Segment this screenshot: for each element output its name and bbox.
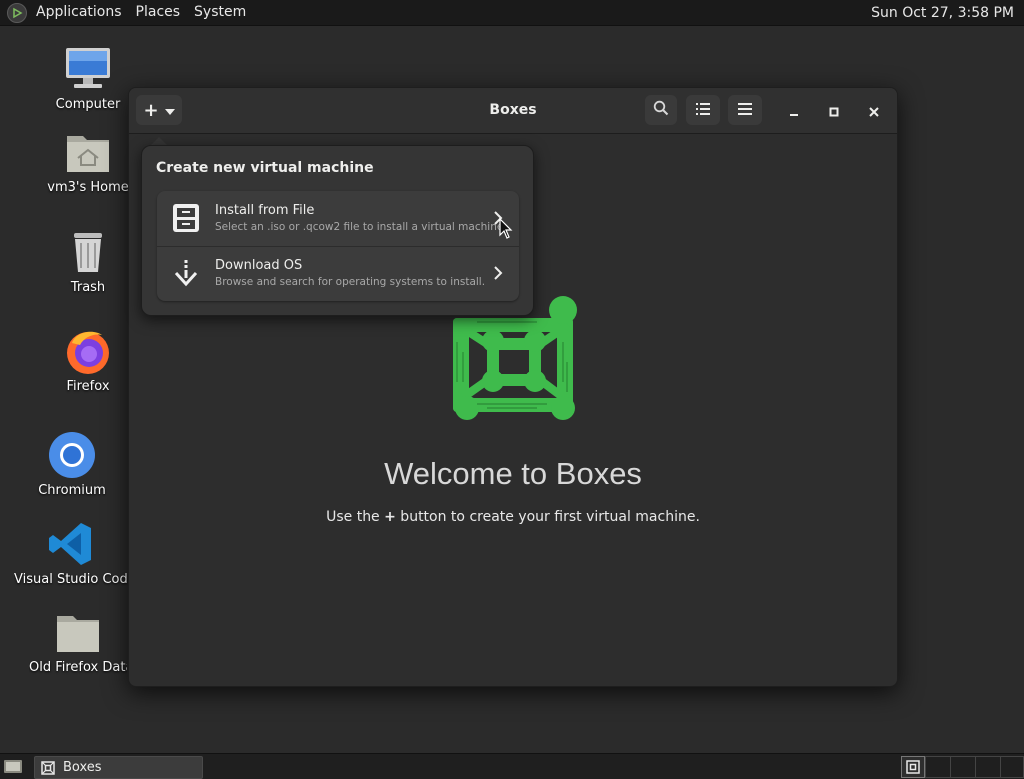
window-title: Boxes [489, 102, 537, 118]
list-view-icon [696, 101, 710, 119]
workspace-slot[interactable] [1000, 756, 1024, 778]
computer-icon [64, 45, 112, 93]
desktop-icon-vscode[interactable]: Visual Studio Code [14, 520, 128, 587]
desktop-icon-old-firefox-data[interactable]: Old Firefox Data [29, 608, 127, 675]
item-title: Install from File [215, 203, 315, 218]
popover-option-list: Install from File Select an .iso or .qco… [157, 191, 519, 301]
create-vm-popover: Create new virtual machine Install from … [141, 145, 534, 316]
workspace-switcher[interactable] [901, 756, 925, 778]
file-cabinet-icon [170, 202, 202, 234]
maximize-button[interactable] [823, 100, 845, 122]
welcome-sub-plus: + [384, 509, 396, 525]
vscode-icon [47, 520, 95, 568]
chevron-right-icon [491, 264, 505, 282]
maximize-icon [829, 102, 839, 121]
headerbar: + Boxes [129, 88, 897, 134]
desktop-icon-label: Visual Studio Code [14, 572, 128, 587]
download-icon [170, 257, 202, 289]
taskbar-item-boxes[interactable]: Boxes [34, 756, 203, 779]
search-icon [653, 100, 669, 120]
item-title: Download OS [215, 258, 303, 273]
workspace-slot[interactable] [950, 756, 976, 778]
install-from-file-item[interactable]: Install from File Select an .iso or .qco… [157, 191, 519, 247]
new-vm-button[interactable]: + [136, 95, 182, 125]
item-description: Select an .iso or .qcow2 file to install… [215, 221, 507, 233]
search-button[interactable] [645, 95, 677, 125]
welcome-title: Welcome to Boxes [384, 456, 642, 491]
item-description: Browse and search for operating systems … [215, 276, 486, 288]
mouse-pointer-icon [499, 217, 513, 240]
minimize-button[interactable] [783, 100, 805, 122]
chevron-down-icon [164, 101, 175, 119]
menu-places[interactable]: Places [129, 0, 188, 25]
bottom-panel: Boxes [0, 753, 1024, 779]
home-folder-icon [64, 128, 112, 176]
taskbar-item-label: Boxes [63, 760, 102, 775]
workspace-slot[interactable] [975, 756, 1001, 778]
chromium-icon [48, 431, 96, 479]
applications-logo-icon[interactable] [7, 2, 27, 23]
close-icon [869, 102, 879, 121]
download-os-item[interactable]: Download OS Browse and search for operat… [157, 246, 519, 301]
firefox-icon [64, 327, 112, 375]
welcome-sub-before: Use the [326, 509, 385, 525]
desktop-icon-chromium[interactable]: Chromium [13, 431, 131, 498]
top-panel: Applications Places System Sun Oct 27, 3… [0, 0, 1024, 26]
workspace-slot[interactable] [925, 756, 951, 778]
boxes-icon [906, 760, 920, 774]
plus-icon: + [143, 99, 159, 121]
folder-icon [54, 608, 102, 656]
desktop-icon-label: Chromium [38, 483, 106, 498]
welcome-subtitle: Use the + button to create your first vi… [129, 509, 897, 525]
minimize-icon [789, 102, 799, 121]
list-view-button[interactable] [686, 95, 720, 125]
show-desktop-icon[interactable] [3, 758, 23, 775]
boxes-icon [41, 760, 55, 775]
menu-system[interactable]: System [187, 0, 253, 25]
panel-clock[interactable]: Sun Oct 27, 3:58 PM [871, 5, 1014, 21]
welcome-sub-after: button to create your first virtual mach… [395, 509, 700, 525]
hamburger-menu-icon [738, 101, 752, 119]
main-menu-button[interactable] [728, 95, 762, 125]
menu-applications[interactable]: Applications [29, 0, 129, 25]
trash-icon [64, 228, 112, 276]
desktop-icon-label: Old Firefox Data [29, 660, 127, 675]
close-button[interactable] [863, 100, 885, 122]
popover-heading: Create new virtual machine [156, 160, 374, 176]
